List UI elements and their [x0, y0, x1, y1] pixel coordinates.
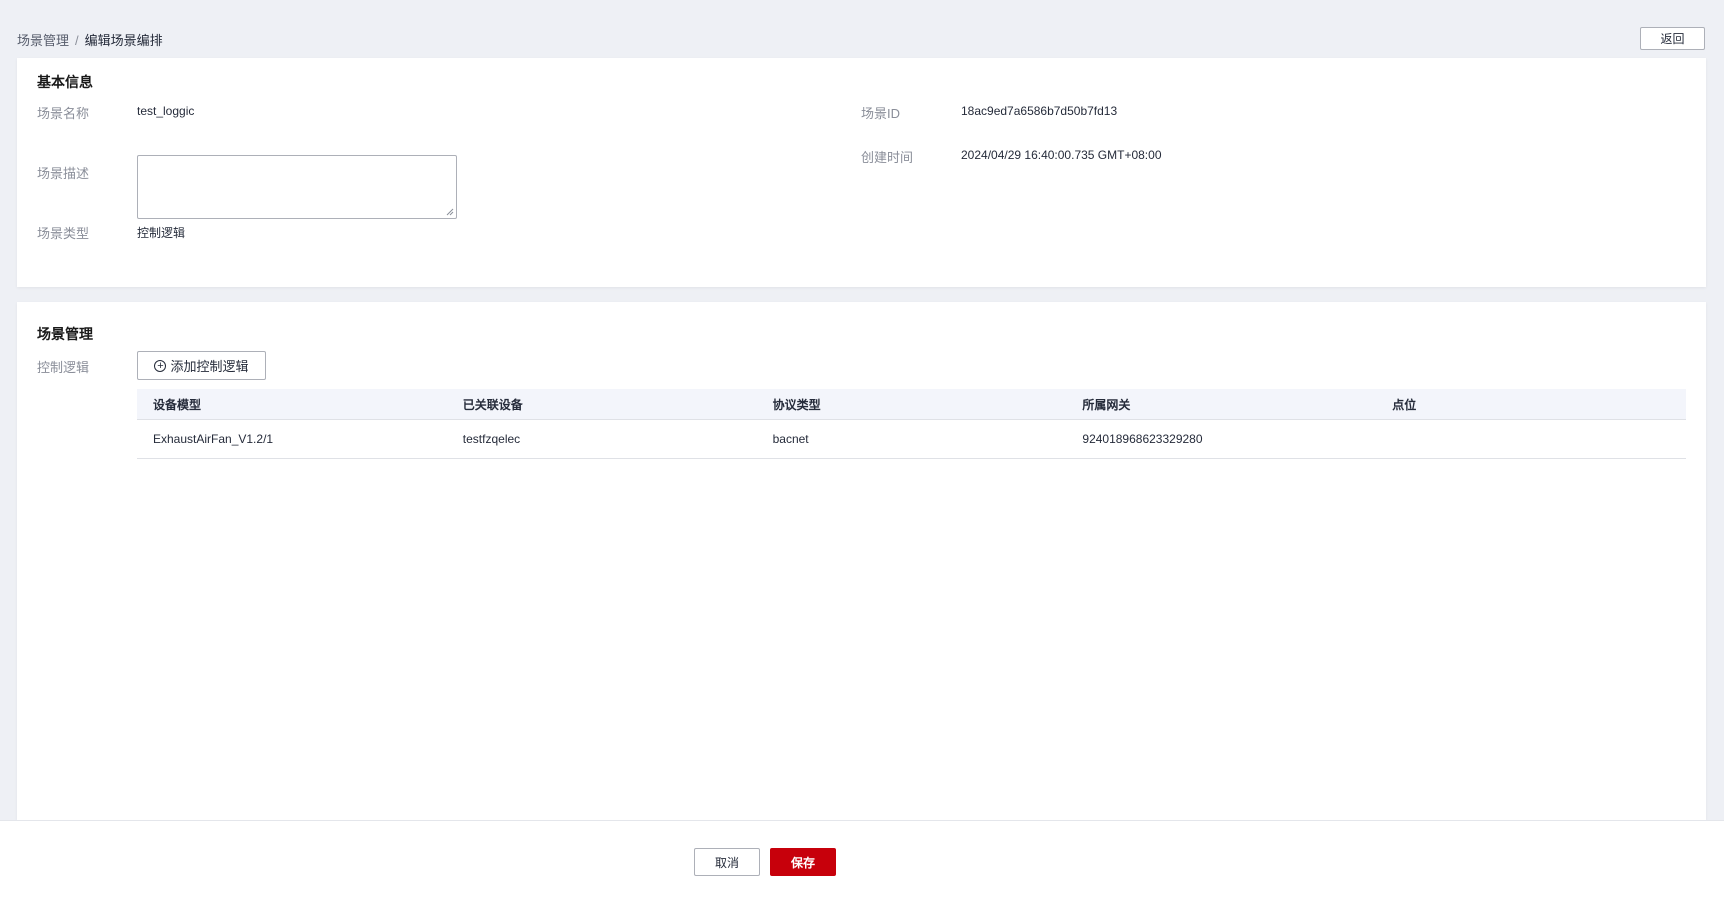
scene-id-label: 场景ID — [861, 106, 901, 121]
plus-circle-icon: + — [154, 359, 167, 372]
created-time-label: 创建时间 — [861, 150, 914, 165]
column-header-gateway: 所属网关 — [1082, 397, 1131, 412]
table-row[interactable]: ExhaustAirFan_V1.2/1 testfzqelec bacnet … — [137, 420, 1686, 459]
add-control-logic-button[interactable]: + 添加控制逻辑 — [137, 351, 266, 380]
column-header-protocol: 协议类型 — [772, 397, 821, 412]
scene-management-panel: 场景管理 控制逻辑 + 添加控制逻辑 设备模型 已关联设备 协议类型 所属网关 … — [17, 302, 1706, 820]
cell-device-model: ExhaustAirFan_V1.2/1 — [153, 432, 274, 446]
footer-bar: 取消 保存 — [0, 820, 1724, 898]
top-bar: 场景管理 / 编辑场景编排 返回 — [0, 0, 1724, 58]
breadcrumb: 场景管理 / 编辑场景编排 — [17, 30, 163, 49]
save-button[interactable]: 保存 — [770, 848, 836, 876]
control-logic-label: 控制逻辑 — [37, 360, 90, 375]
cancel-button[interactable]: 取消 — [694, 848, 760, 876]
scene-type-value: 控制逻辑 — [137, 226, 186, 240]
scene-management-title: 场景管理 — [37, 326, 93, 342]
cell-protocol: bacnet — [772, 432, 809, 446]
back-button[interactable]: 返回 — [1640, 27, 1705, 50]
scene-desc-textarea[interactable] — [137, 155, 457, 219]
scene-name-value: test_loggic — [137, 104, 195, 118]
scene-id-value: 18ac9ed7a6586b7d50b7fd13 — [961, 104, 1118, 118]
cell-linked-device: testfzqelec — [462, 432, 521, 446]
scene-type-label: 场景类型 — [37, 226, 90, 241]
table-header: 设备模型 已关联设备 协议类型 所属网关 点位 — [137, 389, 1686, 420]
cell-gateway: 924018968623329280 — [1082, 432, 1203, 446]
basic-info-title: 基本信息 — [37, 74, 93, 90]
breadcrumb-separator: / — [75, 33, 79, 48]
column-header-device-model: 设备模型 — [153, 397, 202, 412]
add-control-logic-label: 添加控制逻辑 — [170, 359, 249, 374]
resize-grip-icon[interactable] — [446, 208, 454, 216]
created-time-value: 2024/04/29 16:40:00.735 GMT+08:00 — [961, 148, 1162, 162]
breadcrumb-current: 编辑场景编排 — [84, 33, 163, 48]
scene-name-label: 场景名称 — [37, 106, 90, 121]
scene-desc-label: 场景描述 — [37, 166, 90, 181]
column-header-linked-device: 已关联设备 — [462, 397, 523, 412]
basic-info-panel: 基本信息 场景名称 test_loggic 场景描述 场景类型 控制逻辑 场景I… — [17, 58, 1706, 287]
column-header-points: 点位 — [1392, 397, 1417, 412]
breadcrumb-parent-link[interactable]: 场景管理 — [17, 33, 69, 48]
control-logic-table: 设备模型 已关联设备 协议类型 所属网关 点位 ExhaustAirFan_V1… — [137, 389, 1686, 459]
